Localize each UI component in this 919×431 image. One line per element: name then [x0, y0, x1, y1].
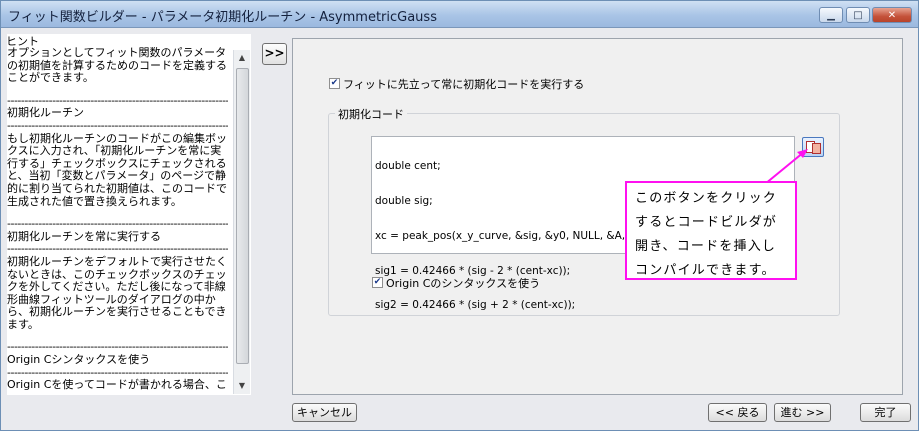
- maximize-button[interactable]: □: [846, 7, 870, 23]
- hint-paragraph: 初期化ルーチンをデフォルトで実行させたくないときは、このチェックボックスのチェッ…: [7, 254, 227, 331]
- next-button[interactable]: 進む >>: [774, 403, 831, 422]
- minimize-button[interactable]: ▁: [819, 7, 843, 23]
- always-run-label[interactable]: フィットに先立って常に初期化コードを実行する: [343, 76, 584, 92]
- scroll-down-arrow-icon[interactable]: ▼: [234, 378, 250, 394]
- hint-paragraph: Origin Cを使ってコードが書かれる場合、こ: [7, 378, 227, 391]
- hint-separator: ----------------------------------------…: [7, 218, 228, 231]
- back-button[interactable]: << 戻る: [708, 403, 767, 422]
- always-run-checkbox[interactable]: ✔: [329, 78, 340, 89]
- code-builder-button[interactable]: [802, 137, 824, 157]
- window-title: フィット関数ビルダー - パラメータ初期化ルーチン - AsymmetricGa…: [8, 10, 437, 25]
- code-line: sig2 = 0.42466 * (sig + 2 * (cent-xc));: [375, 299, 576, 312]
- hint-paragraph: もし初期化ルーチンのコードがこの編集ボックスに入力され、「初期化ルーチンを常に実…: [7, 131, 227, 208]
- hint-scrollbar[interactable]: ▲ ▼: [233, 50, 250, 394]
- hint-heading: 初期化ルーチンを常に実行する: [7, 229, 161, 243]
- close-icon: ✕: [887, 10, 897, 21]
- init-code-group-title: 初期化コード: [335, 106, 407, 122]
- origin-c-syntax-label[interactable]: Origin Cのシンタックスを使う: [386, 275, 540, 291]
- scroll-thumb[interactable]: [236, 68, 249, 364]
- expand-hint-button[interactable]: >>: [262, 43, 287, 65]
- title-bar[interactable]: フィット関数ビルダー - パラメータ初期化ルーチン - AsymmetricGa…: [1, 1, 918, 28]
- code-line: double cent;: [375, 160, 441, 173]
- hint-heading: Origin Cシンタックスを使う: [7, 353, 151, 367]
- scroll-up-arrow-icon[interactable]: ▲: [234, 50, 250, 66]
- maximize-icon: □: [853, 10, 863, 21]
- minimize-icon: ▁: [827, 10, 835, 21]
- origin-c-syntax-checkbox[interactable]: ✔: [372, 277, 383, 288]
- hint-paragraph: オプションとしてフィット関数のパラメータの初期値を計算するためのコードを定義する…: [7, 47, 227, 85]
- close-button[interactable]: ✕: [872, 7, 912, 23]
- hint-separator: ----------------------------------------…: [7, 119, 228, 132]
- annotation-callout: このボタンをクリックするとコードビルダが開き、コードを挿入しコンパイルできます。: [625, 181, 797, 280]
- cancel-button[interactable]: キャンセル: [292, 403, 357, 422]
- hint-text: オプションとしてフィット関数のパラメータの初期値を計算するためのコードを定義する…: [7, 47, 228, 391]
- hint-heading: 初期化ルーチン: [7, 106, 84, 120]
- finish-button[interactable]: 完了: [860, 403, 911, 422]
